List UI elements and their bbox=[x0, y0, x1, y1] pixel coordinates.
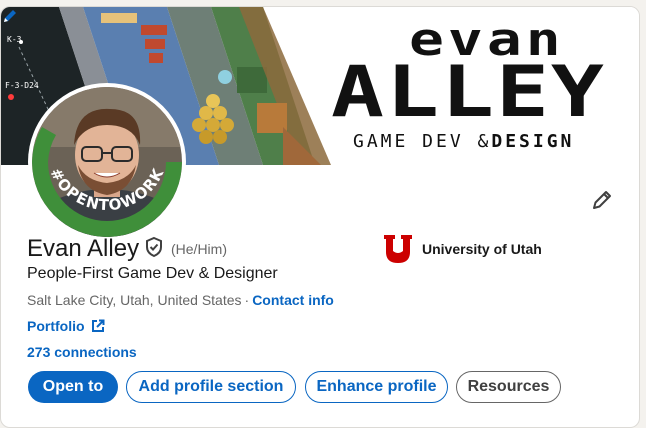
contact-info-link[interactable]: Contact info bbox=[252, 292, 334, 308]
banner-tagline-suffix: DESIGN bbox=[491, 131, 575, 152]
banner-logo-line2: ALLEY bbox=[331, 50, 606, 133]
connections-link[interactable]: 273 connections bbox=[27, 344, 137, 360]
profile-location: Salt Lake City, Utah, United States bbox=[27, 292, 242, 308]
profile-photo-image: #OPENTOWORK bbox=[32, 87, 182, 237]
profile-headline: People-First Game Dev & Designer bbox=[27, 265, 278, 282]
profile-card: evan ALLEY GAME DEV &DESIGN K-3 F-3-D24 bbox=[0, 6, 640, 428]
portfolio-link[interactable]: Portfolio bbox=[27, 318, 105, 334]
open-to-button[interactable]: Open to bbox=[28, 371, 118, 403]
profile-location-row: Salt Lake City, Utah, United States · Cont… bbox=[27, 292, 334, 308]
profile-photo[interactable]: #OPENTOWORK bbox=[28, 83, 186, 241]
verified-shield-icon[interactable] bbox=[144, 236, 164, 258]
university-of-utah-logo bbox=[382, 233, 414, 265]
add-profile-section-button[interactable]: Add profile section bbox=[126, 371, 296, 403]
location-separator: · bbox=[244, 292, 250, 308]
enhance-profile-button[interactable]: Enhance profile bbox=[305, 371, 448, 403]
edit-banner-icon[interactable] bbox=[1, 7, 19, 25]
education-university-of-utah[interactable]: University of Utah bbox=[382, 233, 542, 265]
banner-star-label-2: F-3-D24 bbox=[5, 81, 39, 90]
edit-profile-pencil-icon[interactable] bbox=[589, 187, 615, 213]
profile-name: Evan Alley bbox=[27, 235, 140, 262]
resources-button[interactable]: Resources bbox=[456, 371, 561, 403]
banner-tagline-prefix: GAME DEV & bbox=[353, 131, 492, 152]
banner-star-label-1: K-3 bbox=[7, 35, 22, 44]
external-link-icon bbox=[91, 319, 105, 332]
profile-pronouns: (He/Him) bbox=[171, 241, 227, 257]
portfolio-label: Portfolio bbox=[27, 318, 85, 334]
education-school-name: University of Utah bbox=[422, 241, 542, 257]
banner-tagline: GAME DEV &DESIGN bbox=[353, 131, 574, 152]
